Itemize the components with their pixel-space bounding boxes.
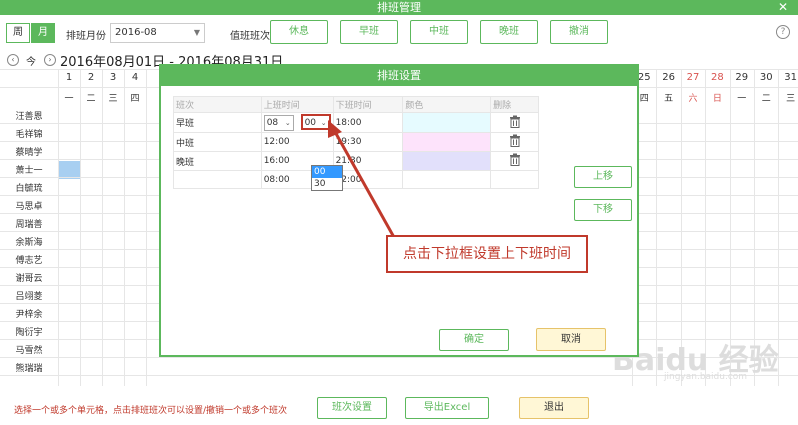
- grid-col-line: [58, 70, 59, 386]
- employee-name: 尹梓余: [15, 310, 43, 320]
- employee-name: 马雪然: [15, 346, 43, 356]
- employee-name: 吕翊菱: [15, 292, 43, 302]
- employee-name: 熊瑞瑞: [15, 364, 43, 374]
- col-delete: 删除: [490, 96, 539, 113]
- dialog-title: 排班设置: [161, 66, 637, 86]
- day-number: 27: [686, 72, 700, 83]
- employee-name: 谢哥云: [15, 274, 43, 284]
- weekday-label: 六: [688, 94, 698, 104]
- weekday-label: 一: [64, 94, 74, 104]
- window-titlebar: 排班管理 ✕: [0, 0, 798, 15]
- weekday-label: 一: [737, 94, 747, 104]
- employee-name: 蔡晴学: [15, 148, 43, 158]
- cancel-button[interactable]: 取消: [536, 328, 606, 351]
- color-swatch[interactable]: [402, 151, 492, 171]
- month-value: 2016-08: [115, 27, 157, 38]
- move-up-button[interactable]: 上移: [574, 166, 632, 188]
- start-hour-select[interactable]: 08 ⌄: [263, 115, 294, 131]
- trash-icon[interactable]: [509, 134, 521, 147]
- prev-month-icon[interactable]: ‹: [7, 54, 19, 66]
- move-down-button[interactable]: 下移: [574, 199, 632, 221]
- day-number: 3: [109, 72, 117, 83]
- shift-middle-button[interactable]: 中班: [410, 20, 468, 44]
- trash-icon[interactable]: [509, 115, 521, 128]
- delete-cell: [490, 151, 539, 171]
- delete-cell: [490, 112, 539, 133]
- col-color: 颜色: [402, 96, 492, 113]
- weekday-label: 二: [86, 94, 96, 104]
- today-button[interactable]: 今: [26, 53, 36, 68]
- next-month-icon[interactable]: ›: [44, 54, 56, 66]
- start-hour-value: 08: [266, 118, 279, 128]
- day-number: 4: [131, 72, 139, 83]
- weekday-label: 三: [786, 94, 796, 104]
- col-end: 下班时间: [332, 96, 404, 113]
- day-number: 2: [87, 72, 95, 83]
- export-excel-button[interactable]: 导出Excel: [405, 397, 489, 419]
- chevron-down-icon: ▼: [193, 28, 200, 37]
- employee-name: 陶衍宇: [15, 328, 43, 338]
- employee-name: 白毓琉: [15, 184, 43, 194]
- weekday-label: 二: [761, 94, 771, 104]
- shift-name-field[interactable]: 早班: [173, 112, 262, 133]
- shift-night-button[interactable]: 晚班: [480, 20, 538, 44]
- day-number: 29: [735, 72, 749, 83]
- delete-cell: [490, 170, 539, 189]
- view-week-button[interactable]: 周: [6, 23, 30, 43]
- table-header: 班次 上班时间 下班时间 颜色 删除: [173, 96, 539, 113]
- day-number: 28: [711, 72, 724, 83]
- employee-name: 汪善恩: [15, 112, 43, 122]
- employee-name: 马思卓: [15, 202, 43, 212]
- weekday-label: 五: [664, 94, 674, 104]
- employee-name: 周瑞善: [15, 220, 43, 230]
- color-swatch[interactable]: [402, 132, 492, 152]
- grid-col-line: [124, 70, 125, 386]
- weekday-label: 三: [108, 94, 118, 104]
- col-start: 上班时间: [260, 96, 334, 113]
- day-number: 26: [662, 72, 675, 83]
- trash-icon[interactable]: [509, 153, 521, 166]
- day-number: 1: [65, 72, 73, 83]
- shift-undo-button[interactable]: 撤消: [550, 20, 608, 44]
- day-number: 30: [759, 72, 773, 83]
- employee-name: 萧士一: [15, 166, 43, 176]
- grid-col-line: [80, 70, 81, 386]
- exit-button[interactable]: 退出: [519, 397, 589, 419]
- grid-col-line: [102, 70, 103, 386]
- annotation-callout: 点击下拉框设置上下班时间: [386, 235, 588, 273]
- month-select[interactable]: 2016-08 ▼: [110, 23, 205, 43]
- toolbar: 周 月 排班月份 2016-08 ▼ 值班班次 休息 早班 中班 晚班 撤消 ?: [0, 15, 798, 49]
- color-swatch[interactable]: [402, 170, 492, 189]
- start-minute-value: 00: [304, 118, 317, 128]
- shift-name-field[interactable]: [173, 170, 262, 189]
- delete-cell: [490, 132, 539, 152]
- shift-name-field[interactable]: 中班: [173, 132, 262, 152]
- employee-name: 余斯海: [15, 238, 43, 248]
- bottom-bar: 选择一个或多个单元格，点击排班班次可以设置/撤销一个或多个班次 班次设置 导出E…: [0, 394, 798, 425]
- grid-col-line: [146, 70, 147, 386]
- color-swatch[interactable]: [402, 112, 492, 133]
- window-title: 排班管理: [377, 1, 421, 14]
- employee-name: 傅志艺: [15, 256, 43, 266]
- shift-rest-button[interactable]: 休息: [270, 20, 328, 44]
- weekday-label: 四: [130, 94, 140, 104]
- shift-label: 值班班次: [230, 31, 270, 42]
- month-label: 排班月份: [66, 31, 106, 42]
- shift-name-field[interactable]: 晚班: [173, 151, 262, 171]
- employee-name: 毛祥锦: [15, 130, 43, 140]
- help-icon[interactable]: ?: [776, 25, 790, 39]
- close-icon[interactable]: ✕: [778, 0, 788, 15]
- shift-morning-button[interactable]: 早班: [340, 20, 398, 44]
- day-number: 31: [784, 72, 797, 83]
- weekday-label: 日: [712, 94, 722, 104]
- baidu-watermark-url: jingyan.baidu.com: [664, 372, 748, 382]
- view-month-button[interactable]: 月: [31, 23, 55, 43]
- shift-settings-button[interactable]: 班次设置: [317, 397, 387, 419]
- ok-button[interactable]: 确定: [439, 329, 509, 351]
- col-shift: 班次: [173, 96, 262, 113]
- hint-text: 选择一个或多个单元格，点击排班班次可以设置/撤销一个或多个班次: [14, 406, 288, 416]
- chevron-down-icon: ⌄: [284, 119, 291, 127]
